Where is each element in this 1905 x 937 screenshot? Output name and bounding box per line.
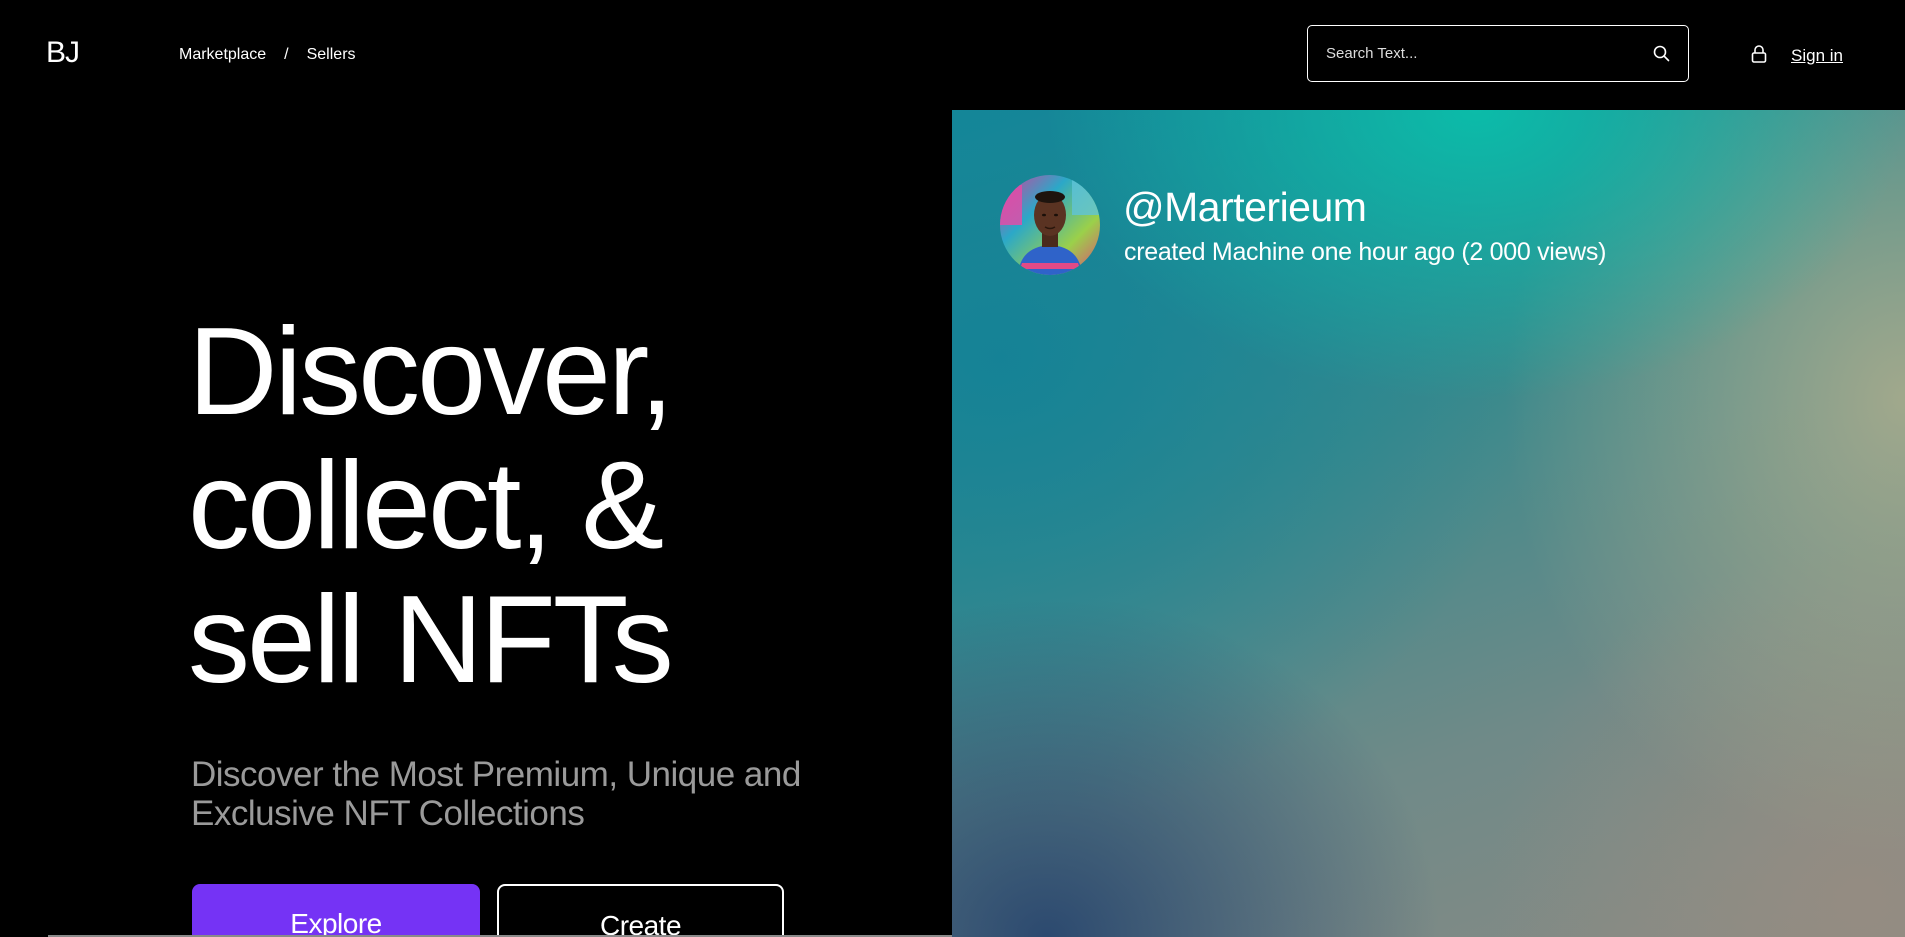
- breadcrumb-separator: /: [284, 46, 289, 63]
- breadcrumb-item-marketplace[interactable]: Marketplace: [179, 46, 266, 64]
- search-icon[interactable]: [1650, 43, 1672, 65]
- creator-handle[interactable]: @Marterieum: [1123, 184, 1367, 231]
- creation-info: created Machine one hour ago (2 000 view…: [1124, 238, 1607, 266]
- featured-artwork[interactable]: @Marterieum created Machine one hour ago…: [952, 110, 1905, 937]
- logo[interactable]: BJ: [46, 36, 80, 70]
- sign-in-link[interactable]: Sign in: [1791, 46, 1843, 66]
- hero-title-line: collect, &: [188, 437, 664, 575]
- explore-button[interactable]: Explore: [192, 884, 480, 937]
- hero-subtitle: Discover the Most Premium, Unique and Ex…: [191, 755, 801, 833]
- page: BJ Marketplace / Sellers Sign in Discove…: [0, 0, 1905, 937]
- breadcrumb: Marketplace / Sellers: [179, 46, 356, 64]
- lock-icon[interactable]: [1750, 44, 1768, 69]
- avatar[interactable]: [1000, 175, 1100, 275]
- search-input[interactable]: [1324, 44, 1650, 63]
- hero-title-line: sell NFTs: [188, 571, 674, 709]
- create-button[interactable]: Create: [497, 884, 784, 937]
- search-box: [1307, 25, 1689, 82]
- hero-title-line: Discover,: [188, 303, 674, 441]
- breadcrumb-item-sellers[interactable]: Sellers: [307, 46, 356, 64]
- hero-title: Discover, collect, & sell NFTs: [188, 305, 948, 707]
